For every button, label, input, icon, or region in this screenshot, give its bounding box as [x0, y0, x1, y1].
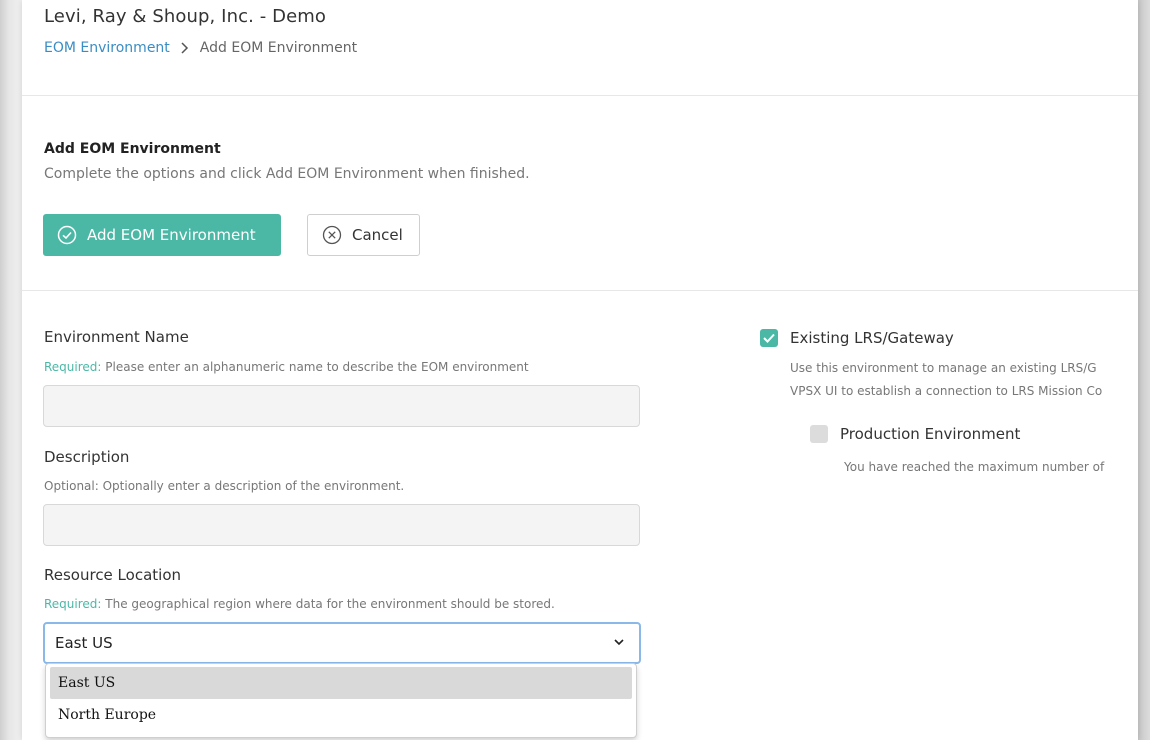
resource-location-help: Required: The geographical region where … [44, 597, 555, 611]
description-input[interactable] [43, 504, 640, 546]
existing-lrs-checkbox[interactable] [760, 329, 778, 347]
production-env-help: You have reached the maximum number of [844, 460, 1105, 474]
existing-lrs-label: Existing LRS/Gateway [790, 329, 954, 347]
checkmark-icon [763, 333, 775, 343]
cancel-button[interactable]: Cancel [307, 214, 420, 256]
required-tag: Required: [44, 360, 102, 374]
production-env-label: Production Environment [840, 425, 1021, 443]
cancel-button-label: Cancel [352, 226, 403, 244]
main-panel: Levi, Ray & Shoup, Inc. - Demo EOM Envir… [22, 0, 1138, 740]
env-name-help: Required: Please enter an alphanumeric n… [44, 360, 529, 374]
required-tag: Required: [44, 597, 102, 611]
dropdown-option-north-europe[interactable]: North Europe [50, 699, 632, 731]
resource-location-help-text: The geographical region where data for t… [101, 597, 555, 611]
actions-divider [22, 290, 1138, 291]
header-divider [22, 95, 1138, 96]
chevron-right-icon [181, 42, 188, 54]
env-name-help-text: Please enter an alphanumeric name to des… [101, 360, 529, 374]
description-help: Optional: Optionally enter a description… [44, 479, 405, 493]
existing-lrs-option[interactable]: Existing LRS/Gateway [760, 329, 954, 347]
window-frame-left [0, 0, 22, 740]
resource-location-value: East US [55, 634, 113, 652]
chevron-down-icon [614, 639, 624, 646]
breadcrumb-link-eom-environment[interactable]: EOM Environment [44, 40, 170, 56]
add-eom-environment-button[interactable]: Add EOM Environment [43, 214, 281, 256]
section-subtitle: Complete the options and click Add EOM E… [44, 166, 530, 182]
description-label: Description [44, 448, 130, 466]
resource-location-dropdown: East US North Europe [45, 663, 637, 738]
window-frame-right [1138, 0, 1150, 740]
resource-location-select[interactable]: East US [43, 622, 641, 664]
production-env-checkbox[interactable] [810, 425, 828, 443]
resource-location-label: Resource Location [44, 566, 181, 584]
breadcrumb: EOM Environment Add EOM Environment [44, 40, 357, 56]
section-title: Add EOM Environment [44, 141, 221, 157]
close-circle-icon [322, 225, 342, 245]
page-title: Levi, Ray & Shoup, Inc. - Demo [44, 6, 327, 27]
add-button-label: Add EOM Environment [87, 226, 256, 244]
breadcrumb-current: Add EOM Environment [199, 40, 358, 56]
production-env-option[interactable]: Production Environment [810, 425, 1020, 443]
env-name-input[interactable] [43, 385, 640, 427]
check-circle-icon [57, 225, 77, 245]
env-name-label: Environment Name [44, 328, 189, 346]
existing-lrs-help-line1: Use this environment to manage an existi… [790, 361, 1097, 375]
dropdown-option-east-us[interactable]: East US [50, 667, 632, 699]
existing-lrs-help-line2: VPSX UI to establish a connection to LRS… [790, 384, 1103, 398]
